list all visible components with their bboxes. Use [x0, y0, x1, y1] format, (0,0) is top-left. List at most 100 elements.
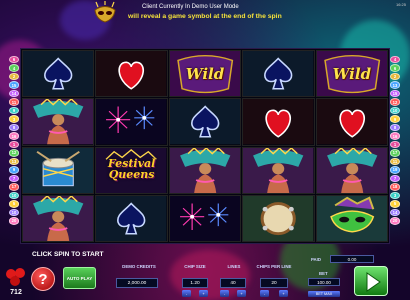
reel-5: Wild — [315, 50, 389, 242]
play-arrow-icon — [366, 272, 381, 292]
chip-size-decrease-button[interactable]: - — [182, 290, 191, 297]
spin-button[interactable] — [354, 266, 388, 296]
payline-indicator[interactable]: 12 — [9, 149, 19, 157]
lines-increase-button[interactable]: + — [237, 290, 246, 297]
payline-indicator[interactable]: 11 — [390, 157, 400, 166]
spade-icon — [168, 98, 242, 146]
dancer-icon — [315, 146, 389, 194]
712-logo: 712 — [6, 268, 25, 296]
bet-label: BET — [319, 271, 328, 276]
bet-max-button[interactable]: BET MAX — [308, 291, 340, 297]
payline-indicator[interactable]: 15 — [390, 89, 400, 98]
wild-label: Wild — [332, 65, 372, 83]
logo-text: 712 — [10, 289, 22, 296]
heart-icon — [95, 50, 168, 98]
payline-indicator[interactable]: 16 — [390, 132, 400, 140]
payline-indicator[interactable]: 6 — [9, 56, 19, 64]
payline-indicator[interactable]: 2 — [9, 72, 19, 81]
top-banner: Client Currently In Demo User Mode will … — [92, 0, 318, 28]
payline-indicator[interactable]: 8 — [9, 123, 19, 132]
payline-indicator[interactable]: 15 — [9, 81, 19, 89]
fireworks-icon — [168, 194, 242, 242]
lines-label: LINES — [227, 264, 241, 269]
tambourine-icon — [242, 194, 315, 242]
dancer-icon — [22, 98, 95, 146]
heart-icon — [242, 98, 315, 146]
payline-indicator[interactable]: 1 — [390, 140, 400, 149]
payline-indicator[interactable]: 20 — [9, 217, 19, 225]
spade-icon — [242, 50, 315, 98]
festival-queens-line-2: Queens — [108, 167, 155, 181]
payline-indicator[interactable]: 20 — [390, 217, 400, 225]
chips-per-line-value: 20 — [260, 278, 288, 288]
payline-indicator[interactable]: 10 — [9, 208, 19, 217]
reel-2: Festival Queens — [95, 50, 168, 242]
fireworks-icon — [95, 98, 168, 146]
lines-decrease-button[interactable]: - — [220, 290, 229, 297]
reel-grid: Festival Queens Wild Wild — [20, 48, 390, 244]
payline-indicator[interactable]: 18 — [390, 183, 400, 191]
payline-indicator[interactable]: 19 — [390, 166, 400, 174]
mask-emblem-icon — [94, 1, 116, 23]
lines-value: 40 — [220, 278, 246, 288]
festival-queens-logo: Festival Queens — [95, 146, 168, 194]
payline-indicator[interactable]: 9 — [390, 115, 400, 123]
chip-size-label: CHIP SIZE — [184, 264, 206, 269]
demo-credits-value: 2,000.00 — [116, 278, 158, 288]
payline-indicator[interactable]: 4 — [390, 56, 400, 64]
reel-1 — [22, 50, 95, 242]
demo-credits-label: DEMO CREDITS — [122, 264, 156, 269]
reel-3: Wild — [168, 50, 242, 242]
payline-indicator[interactable]: 3 — [390, 191, 400, 200]
payline-indicator[interactable]: 7 — [9, 174, 19, 183]
payline-indicator[interactable]: 5 — [390, 200, 400, 208]
festival-queens-label: Festival Queens — [96, 158, 166, 180]
payline-indicator[interactable]: 16 — [9, 132, 19, 140]
payline-indicator[interactable]: 3 — [9, 115, 19, 123]
chips-per-line-decrease-button[interactable]: - — [260, 290, 269, 297]
reveal-symbol-notice: will reveal a game symbol at the end of … — [128, 13, 282, 20]
demo-mode-notice: Client Currently In Demo User Mode — [142, 4, 239, 10]
payline-indicator[interactable]: 4 — [9, 64, 19, 72]
payline-indicator[interactable]: 5 — [9, 200, 19, 208]
payline-indicator[interactable]: 11 — [9, 98, 19, 106]
chips-per-line-increase-button[interactable]: + — [279, 290, 288, 297]
autoplay-button[interactable]: AUTO PLAY — [63, 267, 96, 289]
drum-icon — [22, 146, 95, 194]
dancer-icon — [168, 146, 242, 194]
payline-indicator[interactable]: 17 — [9, 183, 19, 191]
paid-value: 0.00 — [330, 255, 374, 263]
payline-indicator[interactable]: 2 — [390, 72, 400, 81]
payline-indicator[interactable]: 7 — [390, 174, 400, 183]
dancer-icon — [242, 146, 315, 194]
mask-icon — [315, 194, 389, 242]
payline-indicator[interactable]: 1 — [9, 140, 19, 149]
payline-indicator[interactable]: 14 — [390, 208, 400, 217]
payline-indicators-left: 6 4 2 15 14 11 9 3 8 16 1 12 13 9 7 17 10 5 10 20 — [9, 56, 20, 225]
paid-label: PAID — [311, 257, 321, 262]
payline-indicator[interactable]: 13 — [390, 81, 400, 89]
payline-indicator[interactable]: 10 — [9, 191, 19, 200]
payline-indicator[interactable]: 17 — [390, 149, 400, 157]
bet-value: 100.00 — [308, 278, 340, 286]
chip-size-increase-button[interactable]: + — [199, 290, 208, 297]
click-spin-prompt: CLICK SPIN TO START — [32, 251, 104, 258]
payline-indicator[interactable]: 13 — [9, 157, 19, 166]
payline-indicator[interactable]: 10 — [390, 106, 400, 115]
payline-indicator[interactable]: 14 — [9, 89, 19, 98]
wild-icon: Wild — [168, 50, 242, 98]
spade-icon — [95, 194, 168, 242]
wild-icon: Wild — [315, 50, 389, 98]
payline-indicator[interactable]: 6 — [390, 64, 400, 72]
payline-indicator[interactable]: 9 — [9, 106, 19, 115]
clock-status: 16:25 — [395, 2, 406, 7]
payline-indicator[interactable]: 8 — [390, 123, 400, 132]
chips-per-line-label: CHIPS PER LINE — [256, 264, 292, 269]
payline-indicator[interactable]: 9 — [9, 166, 19, 174]
help-button[interactable]: ? — [31, 267, 55, 291]
payline-indicator[interactable]: 12 — [390, 98, 400, 106]
control-panel: CLICK SPIN TO START 712 ? AUTO PLAY DEMO… — [0, 244, 410, 300]
wild-label: Wild — [185, 65, 225, 83]
heart-icon — [315, 98, 389, 146]
festival-queens-line-1: Festival — [107, 156, 156, 170]
